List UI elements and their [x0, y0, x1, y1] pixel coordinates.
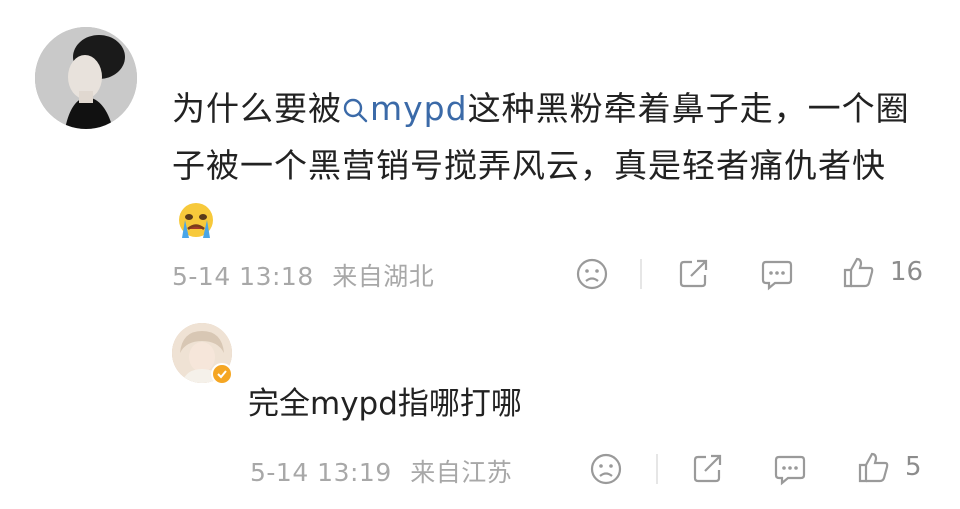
- divider: [656, 454, 658, 484]
- like-button[interactable]: 16: [842, 254, 926, 290]
- reply-location: 来自江苏: [410, 458, 513, 487]
- share-button[interactable]: [676, 256, 712, 290]
- reply-button[interactable]: [759, 257, 795, 291]
- comment-icon: [774, 455, 806, 486]
- verified-badge-icon: [211, 363, 233, 385]
- dislike-button[interactable]: [574, 257, 610, 291]
- mention-text[interactable]: mypd: [370, 89, 468, 128]
- reply-comment-button[interactable]: [772, 452, 808, 486]
- reply-share-button[interactable]: [690, 451, 726, 485]
- reply-date: 5-14 13:19: [250, 458, 392, 487]
- comment-icon: [761, 260, 793, 291]
- dislike-icon: [576, 258, 608, 290]
- search-icon: [343, 98, 368, 123]
- comment-meta: 5-14 13:18 来自湖北: [172, 257, 434, 293]
- divider: [640, 259, 642, 289]
- comment-date: 5-14 13:18: [172, 262, 314, 291]
- reply-dislike-button[interactable]: [588, 452, 624, 486]
- loudly-crying-face-icon: [176, 200, 216, 257]
- avatar[interactable]: [35, 27, 137, 129]
- reply-meta: 5-14 13:19 来自江苏: [250, 453, 512, 489]
- like-count: 16: [890, 257, 924, 287]
- dislike-icon: [590, 453, 622, 485]
- like-icon: [858, 452, 889, 483]
- reply-like-count: 5: [905, 452, 922, 482]
- reply-text: 完全mypd指哪打哪: [248, 386, 522, 422]
- share-icon: [679, 259, 708, 288]
- comment-text: 为什么要被 mypd这种黑粉牵着鼻子走，一个圈子被一个黑营销号搅弄风云，真是轻者痛…: [172, 80, 912, 257]
- mention-link[interactable]: mypd: [342, 89, 468, 128]
- comment-text-before: 为什么要被: [172, 89, 342, 128]
- like-icon: [843, 257, 874, 288]
- share-icon: [693, 454, 722, 483]
- reply-like-button[interactable]: 5: [857, 449, 929, 485]
- comment-location: 来自湖北: [332, 262, 435, 291]
